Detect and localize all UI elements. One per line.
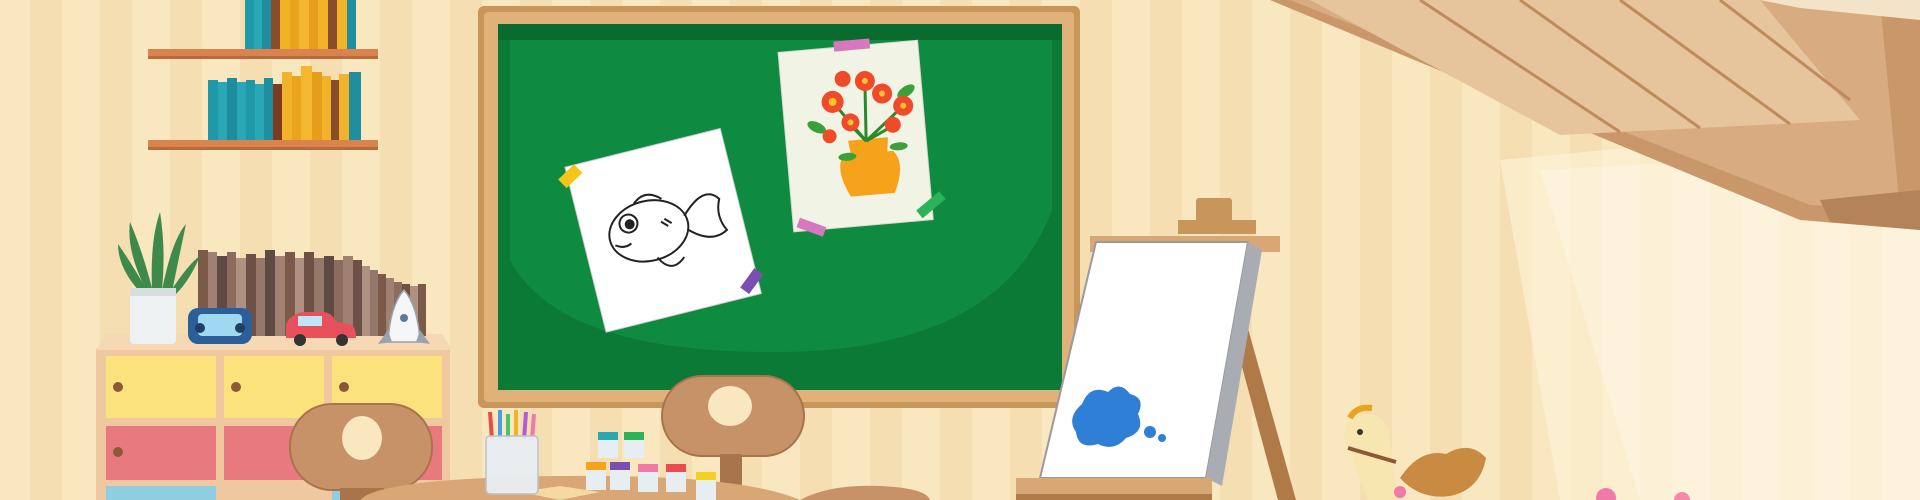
wall-stripe [30, 0, 62, 500]
toy-radio [188, 308, 252, 344]
wall-stripe [450, 0, 482, 500]
wall-stripe [1290, 0, 1322, 500]
art-classroom-scene [0, 0, 1920, 500]
